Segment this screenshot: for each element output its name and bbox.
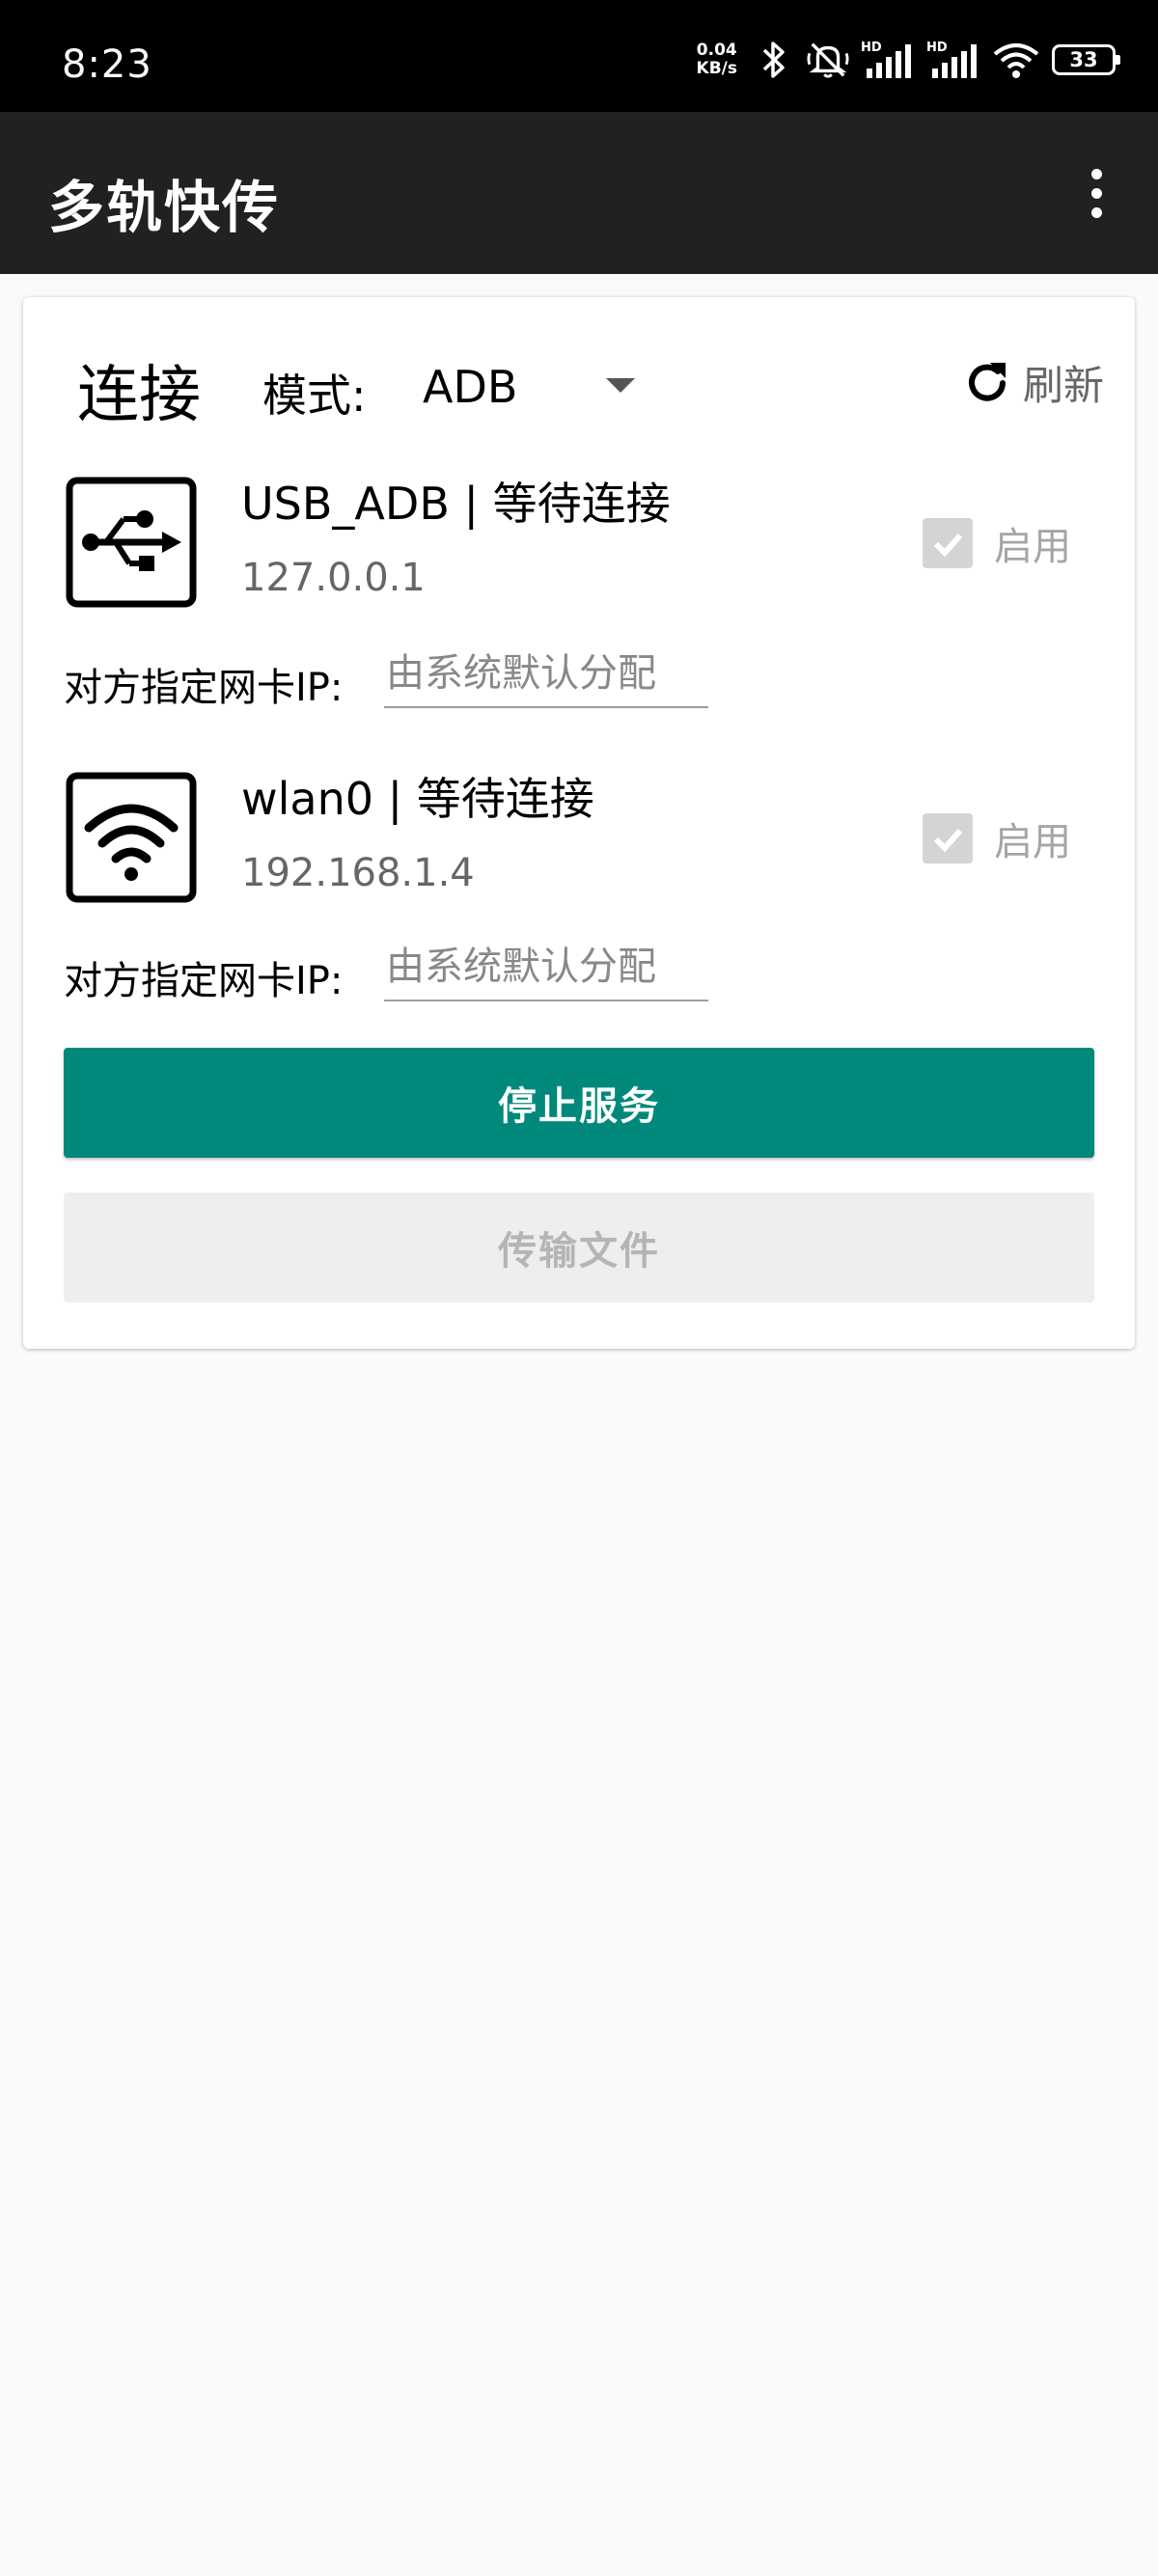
dropdown-arrow-icon[interactable] [606,378,635,393]
interface-ip: 192.168.1.4 [241,851,475,895]
stop-service-button[interactable]: 停止服务 [64,1048,1094,1158]
silent-icon [807,39,849,81]
refresh-button[interactable]: 刷新 [961,353,1104,412]
app-bar: 多轨快传 [0,112,1158,274]
mode-select[interactable]: ADB [423,361,517,413]
refresh-label: 刷新 [1023,362,1105,409]
enable-checkbox[interactable]: 启用 [923,515,1071,571]
checkbox-checked-icon[interactable] [923,813,973,863]
refresh-icon [969,362,1006,401]
wifi-icon [66,772,197,903]
connection-card: 连接 模式: ADB 刷新 USB_ADB | 等待连接 127.0.0.1 启 [23,297,1135,1349]
signal-icon: HD [861,39,915,81]
battery-level: 33 [1069,48,1098,71]
hd-label-1: HD [861,41,882,55]
transfer-files-button[interactable]: 传输文件 [64,1192,1094,1302]
bluetooth-icon [753,39,795,81]
app-title: 多轨快传 [48,175,281,240]
peer-ip-label: 对方指定网卡IP: [64,666,344,710]
connection-title: 连接 [77,360,201,431]
enable-label: 启用 [994,525,1071,569]
usb-icon [66,477,197,608]
net-speed-value: 0.04 [696,41,737,60]
hd-label-2: HD [926,41,948,55]
status-icons: 0.04 KB/s HD HD 33 [697,39,1120,81]
peer-ip-label: 对方指定网卡IP: [64,959,344,1003]
interface-ip: 127.0.0.1 [241,556,426,600]
checkbox-checked-icon[interactable] [923,518,973,568]
net-speed: 0.04 KB/s [697,41,737,78]
peer-ip-input[interactable]: 由系统默认分配 [384,648,708,708]
interface-name: wlan0 | 等待连接 [241,773,594,825]
enable-checkbox[interactable]: 启用 [923,810,1071,866]
interface-name: USB_ADB | 等待连接 [241,478,671,530]
more-vert-icon[interactable] [1069,158,1123,228]
battery-icon: 33 [1052,44,1120,75]
net-speed-unit: KB/s [696,59,737,78]
signal-icon: HD [926,39,980,81]
mode-label: 模式: [262,370,367,422]
enable-label: 启用 [994,820,1071,864]
status-time: 8:23 [62,42,152,87]
status-bar: 8:23 0.04 KB/s HD HD 33 [0,0,1158,112]
wifi-icon [992,39,1040,81]
peer-ip-input[interactable]: 由系统默认分配 [384,942,708,1001]
